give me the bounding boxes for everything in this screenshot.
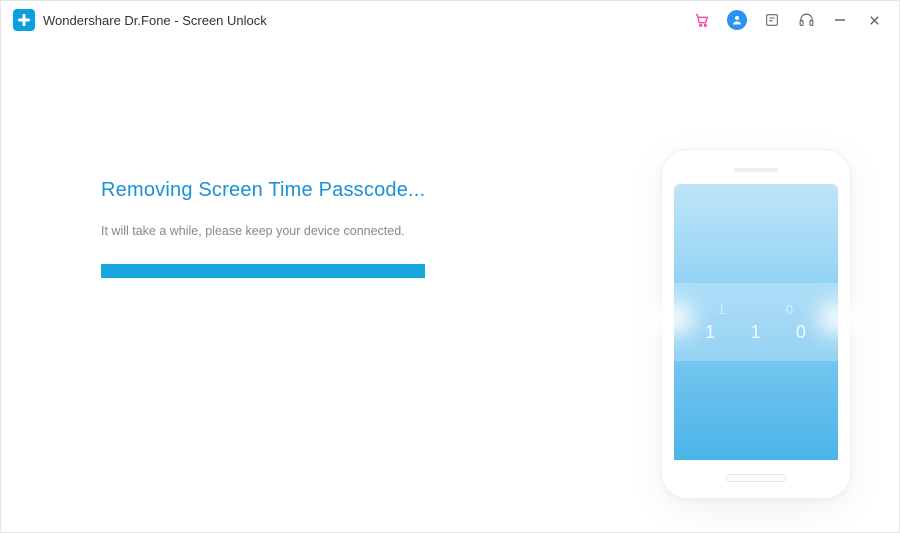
digit: 1 — [718, 302, 726, 317]
app-logo-icon — [13, 9, 35, 31]
feedback-icon[interactable] — [763, 11, 781, 29]
device-speaker — [733, 168, 779, 172]
titlebar: Wondershare Dr.Fone - Screen Unlock — [1, 1, 899, 39]
support-icon[interactable] — [797, 11, 815, 29]
progress-fill — [101, 264, 425, 278]
progress-bar — [101, 264, 571, 278]
cart-icon[interactable] — [693, 11, 711, 29]
digit: 1 — [750, 322, 761, 343]
digit: 1 — [705, 322, 716, 343]
digit: 0 — [796, 322, 807, 343]
decode-digits: 1 0 1 1 0 — [674, 322, 838, 343]
titlebar-controls — [693, 10, 889, 30]
digit: 0 — [786, 302, 794, 317]
account-icon[interactable] — [727, 10, 747, 30]
close-button[interactable] — [865, 11, 883, 29]
device-screen: 1 0 1 1 0 — [674, 184, 838, 460]
device-home-button — [726, 474, 786, 482]
content-area: Removing Screen Time Passcode... It will… — [1, 39, 899, 532]
app-window: Wondershare Dr.Fone - Screen Unlock — [0, 0, 900, 533]
device-illustration: 1 0 1 1 0 — [661, 149, 851, 499]
minimize-button[interactable] — [831, 11, 849, 29]
window-title: Wondershare Dr.Fone - Screen Unlock — [43, 13, 267, 28]
